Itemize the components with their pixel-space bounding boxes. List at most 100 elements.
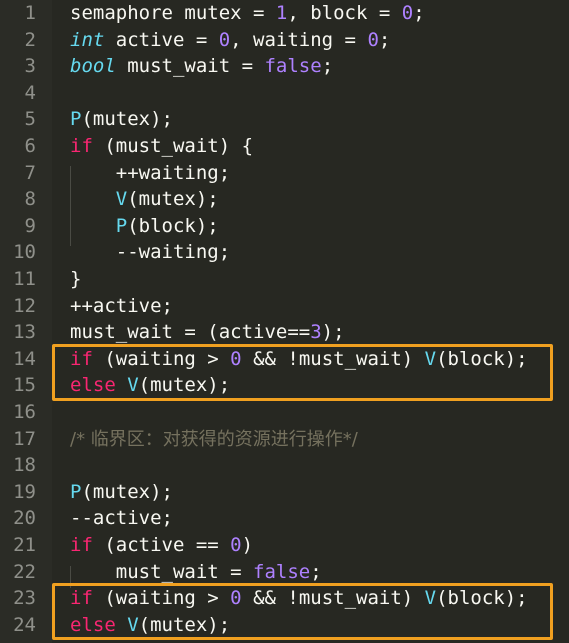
code-line[interactable]: 23 if (waiting > 0 && !must_wait) V(block… (0, 585, 569, 612)
line-number: 15 (13, 374, 36, 397)
indent-guide (70, 566, 71, 588)
code-line[interactable]: 5 P(mutex); (0, 106, 569, 133)
code-token-keyword: if (70, 587, 93, 610)
code-token-plain: && !must_wait) (241, 587, 425, 610)
code-line[interactable]: 14 if (waiting > 0 && !must_wait) V(block… (0, 346, 569, 373)
line-number: 8 (24, 188, 36, 211)
code-line[interactable]: 6 if (must_wait) { (0, 133, 569, 160)
code-editor[interactable]: 1 semaphore mutex = 1, block = 0; 2 int act… (0, 0, 569, 643)
code-token-plain: (waiting > (92, 347, 231, 370)
code-line[interactable]: 15 else V(mutex); (0, 372, 569, 399)
line-number: 11 (13, 268, 36, 290)
code-line[interactable]: 9 P(block); (0, 213, 569, 240)
code-token-plain: (mutex); (127, 188, 219, 211)
code-token-plain: must_wait = (70, 560, 254, 583)
code-text: ++waiting; (70, 160, 230, 187)
code-text: if (waiting > 0 && !must_wait) V(block); (70, 346, 528, 373)
code-token-plain: , block = (287, 2, 402, 24)
line-number: 14 (13, 347, 36, 370)
code-token-plain: } (70, 268, 82, 290)
code-token-func: P (115, 214, 128, 237)
code-token-plain: (block); (127, 214, 219, 237)
line-number: 10 (13, 241, 36, 264)
line-number: 5 (24, 108, 36, 131)
code-text: must_wait = (active==3); (70, 319, 345, 346)
code-line[interactable]: 3 bool must_wait = false; (0, 53, 569, 80)
code-token-number: 0 (218, 28, 231, 51)
code-text: P(mutex); (70, 106, 173, 133)
code-line[interactable]: 24 else V(mutex); (0, 612, 569, 639)
line-number: 3 (24, 55, 36, 78)
code-token-plain: && !must_wait) (241, 347, 425, 370)
code-line[interactable]: 1 semaphore mutex = 1, block = 0; (0, 0, 569, 27)
code-token-plain: ++waiting; (70, 161, 231, 184)
code-text: semaphore mutex = 1, block = 0; (70, 0, 425, 27)
line-number: 9 (24, 214, 36, 237)
code-line[interactable]: 17 /* 临界区：对获得的资源进行操作*/ (0, 426, 569, 453)
code-token-number: 3 (310, 321, 322, 344)
code-token-plain: ++active; (70, 294, 173, 317)
code-text: P(mutex); (70, 479, 173, 506)
code-token-func: V (424, 587, 437, 610)
line-number: 17 (13, 427, 36, 450)
line-number: 12 (13, 294, 36, 317)
code-token-number: 1 (275, 2, 288, 24)
code-token-plain: (mutex); (138, 613, 231, 636)
code-token-type: int (70, 28, 105, 51)
code-token-plain: semaphore mutex = (70, 2, 276, 24)
code-token-comment: /* 临界区：对获得的资源进行操作*/ (70, 428, 358, 450)
code-token-number: false (253, 560, 311, 583)
code-line[interactable]: 12 ++active; (0, 293, 569, 320)
indent-guide (70, 166, 71, 246)
code-token-keyword: if (70, 534, 93, 556)
code-text: else V(mutex); (70, 372, 230, 399)
code-text: if (must_wait) { (70, 133, 253, 160)
code-token-func: P (70, 480, 82, 503)
code-line[interactable]: 7 ++waiting; (0, 160, 569, 187)
code-token-number: 0 (230, 347, 242, 370)
code-line[interactable]: 20 --active; (0, 505, 569, 532)
line-number: 24 (13, 613, 36, 636)
code-line[interactable]: 21 if (active == 0) (0, 532, 569, 559)
code-line[interactable]: 13 must_wait = (active==3); (0, 319, 569, 346)
code-line[interactable]: 10 --waiting; (0, 239, 569, 266)
code-token-plain: ) (241, 534, 254, 556)
code-line[interactable]: 22 must_wait = false; (0, 559, 569, 586)
code-token-type: bool (70, 55, 116, 78)
code-token-keyword: if (70, 347, 93, 370)
code-line[interactable]: 11} (0, 266, 569, 293)
code-token-func: P (70, 108, 82, 131)
code-line[interactable]: 4 (0, 80, 569, 107)
code-token-plain: (block); (436, 347, 528, 370)
code-line[interactable]: 2 int active = 0, waiting = 0; (0, 27, 569, 54)
code-token-plain: (active == (92, 534, 231, 556)
code-line[interactable]: 18 (0, 452, 569, 479)
code-token-func: V (424, 347, 437, 370)
line-number: 2 (24, 28, 36, 51)
code-text: /* 临界区：对获得的资源进行操作*/ (70, 426, 358, 454)
code-token-plain: --waiting; (70, 241, 231, 264)
code-token-plain: ; (413, 2, 425, 24)
code-token-number: 0 (401, 2, 414, 24)
code-token-number: 0 (367, 28, 379, 51)
line-number: 23 (13, 587, 36, 610)
code-token-keyword: else (70, 374, 116, 397)
code-text: } (70, 266, 81, 293)
code-text: else V(mutex); (70, 612, 230, 639)
line-number: 13 (13, 321, 36, 344)
code-line[interactable]: 16 (0, 399, 569, 426)
code-token-plain: , waiting = (230, 28, 368, 51)
code-line[interactable]: 19 P(mutex); (0, 479, 569, 506)
code-line[interactable]: 8 V(mutex); (0, 186, 569, 213)
code-text: --active; (70, 505, 173, 532)
code-token-func: V (127, 613, 139, 636)
line-number: 1 (24, 2, 36, 24)
code-token-plain: --active; (70, 507, 173, 530)
code-token-plain: (waiting > (92, 587, 231, 610)
line-number: 7 (24, 161, 36, 184)
code-token-func: V (127, 374, 139, 397)
line-number: 16 (13, 401, 36, 423)
